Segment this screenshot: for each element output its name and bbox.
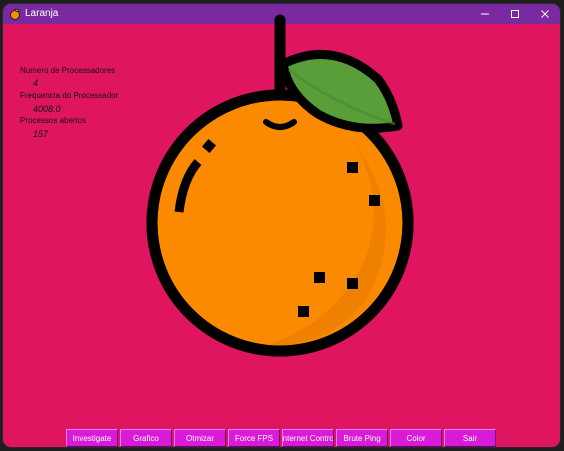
color-button[interactable]: Color [390,429,442,447]
investigate-button[interactable]: Investigate [66,429,118,447]
action-toolbar: Investigate Grafico Otmizar Force FPS In… [66,429,498,447]
grafico-button[interactable]: Grafico [120,429,172,447]
orange-pore [298,306,309,317]
otmizar-button[interactable]: Otmizar [174,429,226,447]
orange-pore [347,162,358,173]
orange-fruit-illustration [146,14,414,357]
sair-button[interactable]: Sair [444,429,496,447]
orange-pore [369,195,380,206]
orange-pore [347,278,358,289]
force-fps-button[interactable]: Force FPS [228,429,280,447]
brute-ping-button[interactable]: Brute Ping [336,429,388,447]
app-window: Laranja Numero de Processadores 4 Freque… [3,4,560,447]
orange-pore [314,272,325,283]
internet-control-button[interactable]: Internet Control [282,429,334,447]
